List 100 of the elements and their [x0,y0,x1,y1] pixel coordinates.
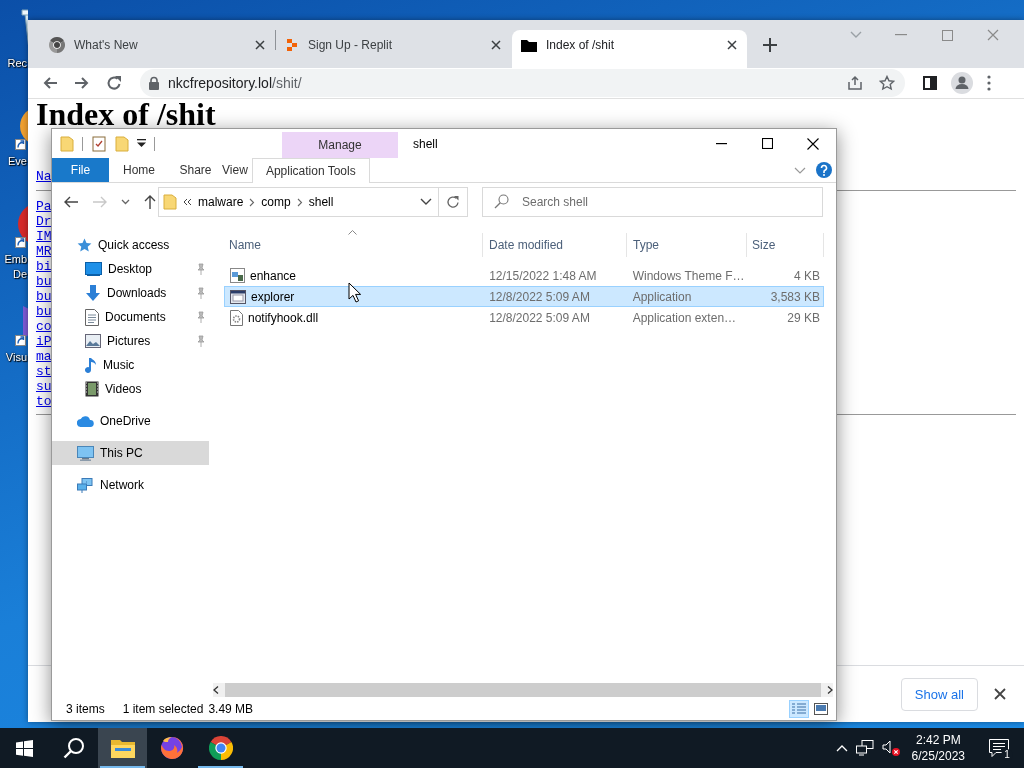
breadcrumb-item[interactable]: shell [308,195,334,209]
share-icon[interactable] [847,75,863,91]
expand-ribbon-icon[interactable] [794,166,806,174]
scroll-right-icon[interactable] [827,686,833,694]
desktop-icon-label[interactable]: De [12,267,27,282]
file-link[interactable]: st [36,364,52,379]
file-row[interactable]: notifyhook.dll 12/8/2022 5:09 AM Application exten… 29 KB [224,307,824,328]
nav-item[interactable]: Downloads [52,281,209,305]
favicon-icon [285,38,299,52]
reload-icon[interactable] [106,75,122,91]
browser-tab[interactable]: What's New [40,30,275,68]
refresh-button[interactable] [439,187,468,217]
up-icon[interactable] [143,194,157,210]
customize-dropdown-icon[interactable] [137,139,146,148]
file-link[interactable]: ma [36,349,52,364]
breadcrumb-item[interactable]: malware [198,195,244,209]
file-row[interactable]: explorer 12/8/2022 5:09 AM Application 3,583 KB [224,286,824,307]
ribbon-tab[interactable]: Home [109,158,169,182]
clock-time[interactable]: 2:42 PM [915,732,961,748]
desktop-icon-label[interactable]: Emb [4,252,27,267]
nav-label: Music [103,358,136,372]
dropdown-icon[interactable] [420,198,432,206]
browser-tab[interactable]: Index of /shit [512,30,747,68]
chevron-right-icon[interactable] [249,197,256,207]
column-link[interactable]: Na [36,169,52,184]
column-header[interactable]: Date modified [483,233,627,257]
address-bar[interactable]: nkcfrepository.lol/shit/ [140,69,905,97]
close-icon[interactable] [491,40,501,50]
firefox-icon [159,736,184,760]
clock-date[interactable]: 6/25/2023 [911,748,965,764]
nav-label: This PC [100,446,144,460]
table-cell-text: Application [631,289,693,304]
recent-locations-icon[interactable] [121,199,130,205]
nav-item[interactable]: Pictures [52,329,209,353]
address-bar[interactable]: malware comp shell [158,187,439,217]
nav-item[interactable]: Quick access [52,233,209,257]
file-row[interactable]: enhance 12/15/2022 1:48 AM Windows Theme F… 4 KB [224,265,824,286]
show-hidden-icons-icon[interactable] [835,744,848,752]
menu-icon[interactable] [987,75,991,91]
chevron-right-icon[interactable] [296,197,303,207]
taskbar-button[interactable] [98,728,147,768]
side-panel-icon[interactable] [923,76,937,90]
column-header[interactable]: Size [747,233,824,257]
desktop-icon-label[interactable]: Eve [8,154,27,169]
back-icon[interactable] [42,75,58,91]
browser-tab[interactable]: Sign Up - Replit [276,30,511,68]
table-cell-text: 3,583 KB [769,289,821,304]
file-menu-button[interactable]: File [52,158,109,182]
lock-icon[interactable] [148,76,160,90]
close-icon[interactable] [727,40,737,50]
back-icon[interactable] [63,195,79,209]
nav-item[interactable]: Videos [52,377,209,401]
ribbon-tab[interactable]: Share [169,158,222,182]
properties-icon[interactable] [91,135,107,152]
search-icon [62,737,85,759]
forward-icon[interactable] [74,75,90,91]
chevron-icon[interactable] [183,198,192,206]
file-link[interactable]: bu [36,304,52,319]
cursor-icon [348,282,361,303]
desktop-icon-label[interactable]: Visu [5,350,27,365]
search-field[interactable]: Search shell [482,187,823,217]
help-icon[interactable] [816,162,832,178]
nav-item[interactable]: Documents [52,305,209,329]
scroll-left-icon[interactable] [213,686,219,694]
file-link[interactable]: IM [36,229,52,244]
ribbon-tab[interactable]: View [222,158,248,182]
column-header[interactable]: Name [224,233,483,257]
network-icon[interactable] [855,740,874,756]
details-view-icon [792,702,806,715]
file-link[interactable]: bi [36,259,52,274]
file-link[interactable]: co [36,319,52,334]
nav-item[interactable]: OneDrive [52,409,209,433]
close-icon[interactable] [994,688,1006,700]
folder-icon [521,38,537,52]
show-all-button[interactable]: Show all [900,677,978,711]
bookmark-star-icon[interactable] [879,75,895,91]
nav-item[interactable]: Desktop [52,257,209,281]
minimize-icon[interactable] [715,142,727,145]
column-header[interactable]: Type [627,233,747,257]
file-link[interactable]: iP [36,334,52,349]
close-icon[interactable] [255,40,265,50]
close-icon[interactable] [807,137,819,150]
new-tab-icon[interactable] [763,38,777,52]
file-link[interactable]: Pa [36,199,52,214]
file-link[interactable]: bu [36,289,52,304]
file-link[interactable]: to [36,394,52,409]
notification-icon[interactable] [989,739,1009,757]
nav-item[interactable]: This PC [52,441,209,465]
file-link[interactable]: su [36,379,52,394]
file-link[interactable]: Dr [36,214,52,229]
speaker-muted-icon[interactable] [881,740,900,756]
file-link[interactable]: bu [36,274,52,289]
desktop-icon-label[interactable]: Rec [7,56,27,71]
nav-item[interactable]: Network [52,473,209,497]
nav-item[interactable]: Music [52,353,209,377]
table-cell-text: 12/8/2022 5:09 AM [488,310,591,325]
maximize-icon[interactable] [761,138,773,149]
file-link[interactable]: MR [36,244,52,259]
profile-icon[interactable] [951,72,973,94]
breadcrumb-item[interactable]: comp [261,195,291,209]
